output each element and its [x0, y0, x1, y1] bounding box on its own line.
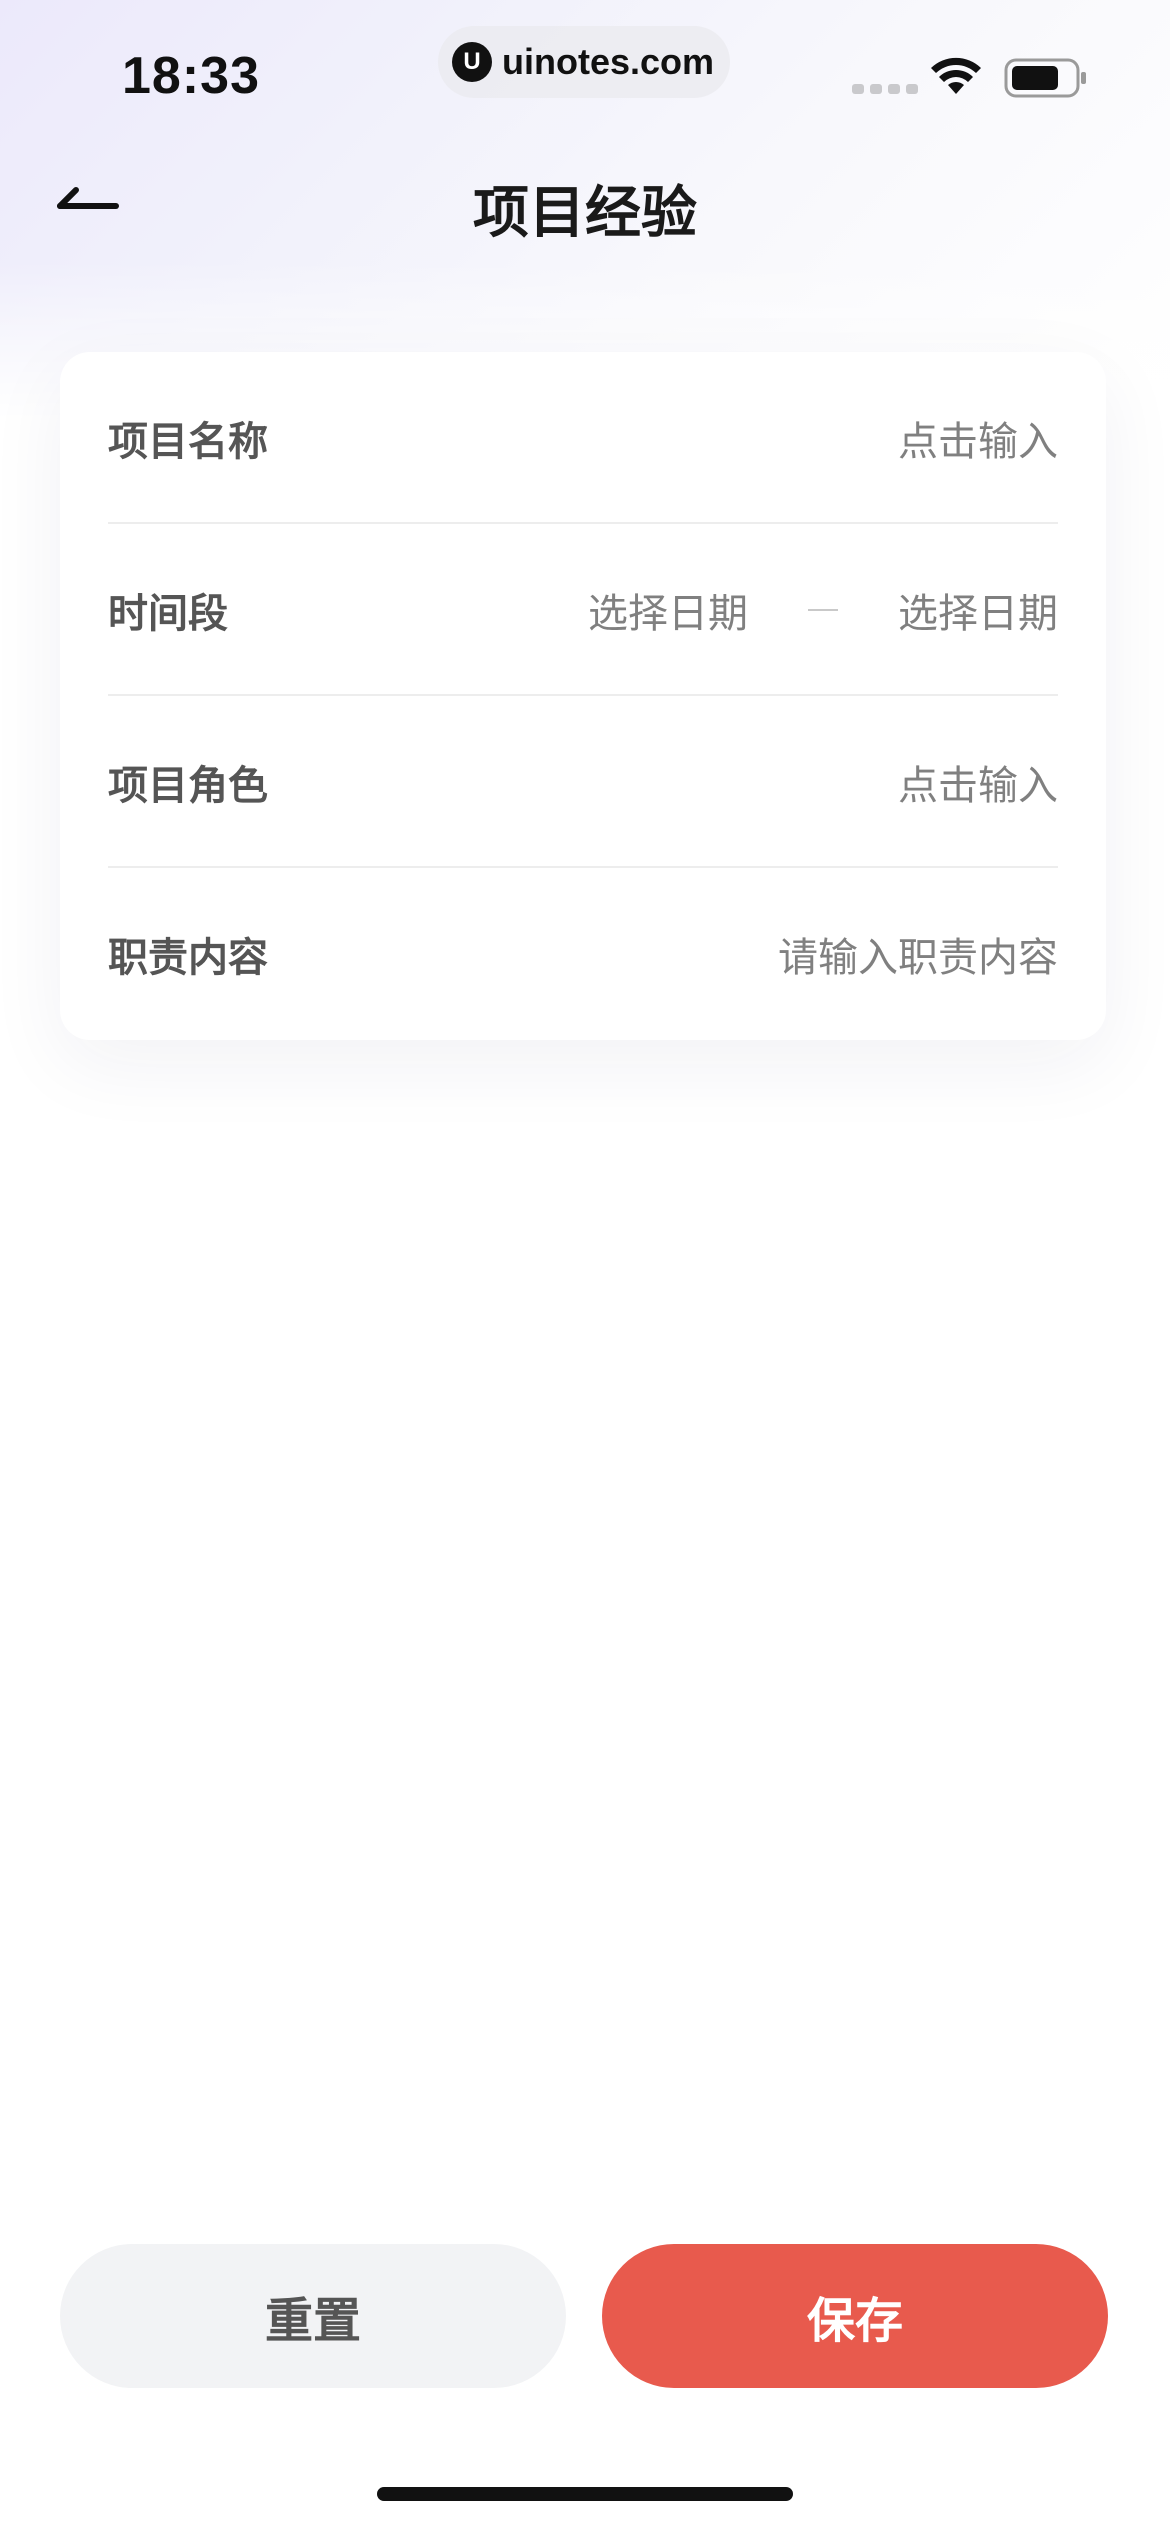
time-period-label: 时间段	[108, 591, 228, 637]
project-name-input[interactable]: 点击输入	[898, 409, 1058, 467]
url-text: uinotes.com	[502, 41, 715, 82]
cellular-signal-icon	[852, 84, 918, 94]
project-name-label: 项目名称	[108, 419, 268, 465]
responsibilities-label: 职责内容	[108, 935, 268, 981]
project-role-label: 项目角色	[108, 763, 268, 809]
responsibilities-row[interactable]: 职责内容 请输入职责内容	[108, 868, 1058, 1040]
project-role-input[interactable]: 点击输入	[898, 753, 1058, 811]
date-range: 选择日期 选择日期	[588, 581, 1058, 639]
status-time: 18:33	[122, 47, 260, 105]
project-name-row[interactable]: 项目名称 点击输入	[108, 352, 1058, 524]
site-logo-icon: U	[452, 42, 492, 82]
screen: 18:33 U uinotes.com 项目经验 项目名称 点击输入 时间段 选…	[0, 0, 1170, 2532]
url-pill[interactable]: U uinotes.com	[438, 26, 730, 98]
project-role-row[interactable]: 项目角色 点击输入	[108, 696, 1058, 868]
date-range-separator	[808, 609, 838, 611]
wifi-icon	[931, 57, 981, 94]
reset-button[interactable]: 重置	[60, 2244, 566, 2388]
responsibilities-input[interactable]: 请输入职责内容	[778, 925, 1058, 983]
project-form-card: 项目名称 点击输入 时间段 选择日期 选择日期 项目角色 点击输入 职责内容 请…	[60, 352, 1106, 1040]
start-date-picker[interactable]: 选择日期	[588, 581, 748, 639]
home-indicator[interactable]	[377, 2487, 793, 2501]
end-date-picker[interactable]: 选择日期	[898, 581, 1058, 639]
save-button[interactable]: 保存	[602, 2244, 1108, 2388]
page-title: 项目经验	[473, 181, 697, 246]
battery-icon	[1004, 58, 1086, 98]
time-period-row: 时间段 选择日期 选择日期	[108, 524, 1058, 696]
